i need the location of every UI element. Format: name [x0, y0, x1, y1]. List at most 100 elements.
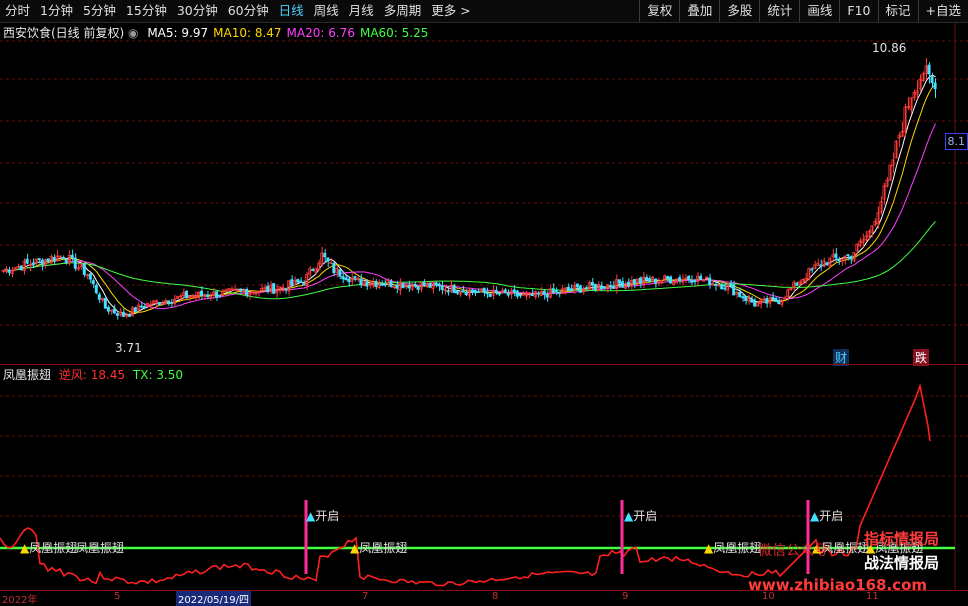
- candle-body: [38, 259, 40, 260]
- candle-body: [627, 282, 629, 285]
- up-triangle-icon: ▲: [306, 509, 315, 523]
- candle-body: [327, 258, 329, 261]
- candle-body: [116, 314, 118, 316]
- period-tab[interactable]: 日线: [274, 0, 309, 22]
- candle-body: [167, 301, 169, 303]
- candle-body: [128, 316, 130, 317]
- toolbar-action-button[interactable]: 叠加: [679, 0, 719, 22]
- ma-legend-item: MA20: 6.76: [287, 26, 355, 40]
- candlestick-chart[interactable]: [0, 23, 968, 363]
- candle-body: [751, 299, 753, 302]
- period-tab[interactable]: 月线: [344, 0, 379, 22]
- candle-body: [678, 278, 680, 281]
- candle-body: [267, 286, 269, 291]
- candle-body: [495, 290, 497, 292]
- candle-body: [438, 284, 440, 286]
- candle-body: [585, 288, 587, 289]
- period-tabs: 分时1分钟5分钟15分钟30分钟60分钟日线周线月线多周期更多 >: [0, 0, 476, 22]
- toolbar-action-button[interactable]: +自选: [918, 0, 968, 22]
- candle-body: [273, 283, 275, 293]
- toolbar-action-button[interactable]: 复权: [639, 0, 679, 22]
- period-tab[interactable]: 15分钟: [121, 0, 172, 22]
- candle-body: [402, 284, 404, 288]
- toolbar-action-button[interactable]: 标记: [878, 0, 918, 22]
- candle-body: [348, 279, 350, 282]
- candle-body: [543, 291, 545, 294]
- candle-body: [715, 284, 717, 285]
- ma20-line: [4, 124, 936, 309]
- candle-body: [32, 263, 34, 265]
- candle-body: [158, 303, 160, 305]
- signal-open-3: ▲开启: [810, 507, 843, 524]
- signal-open-2: ▲开启: [624, 507, 657, 524]
- period-tab[interactable]: 1分钟: [35, 0, 78, 22]
- candle-body: [312, 269, 314, 270]
- toolbar-action-button[interactable]: 统计: [759, 0, 799, 22]
- candle-body: [435, 283, 437, 285]
- nifeng-value: 18.45: [91, 368, 125, 382]
- candle-body: [546, 295, 548, 297]
- candle-body: [384, 284, 386, 285]
- candle-body: [666, 277, 668, 279]
- x-label: 10: [762, 591, 775, 602]
- period-tab[interactable]: 多周期: [379, 0, 427, 22]
- candle-body: [170, 302, 172, 303]
- candle-body: [62, 257, 64, 258]
- candle-body: [519, 295, 521, 296]
- candle-body: [456, 291, 458, 293]
- toolbar-action-button[interactable]: 多股: [719, 0, 759, 22]
- candle-body: [745, 296, 747, 300]
- candle-body: [291, 280, 293, 285]
- signal-fh-4: ▲凤凰振翅: [704, 539, 761, 556]
- toolbar-action-button[interactable]: F10: [839, 0, 877, 22]
- ma10-line: [4, 85, 936, 313]
- candle-body: [140, 306, 142, 307]
- candle-body: [772, 297, 774, 298]
- up-triangle-icon: ▲: [20, 541, 29, 555]
- candle-body: [612, 286, 614, 289]
- candle-body: [486, 293, 488, 294]
- watermark-line2: 战法情报局: [864, 552, 939, 573]
- candle-body: [89, 274, 91, 279]
- toolbar-action-button[interactable]: 画线: [799, 0, 839, 22]
- up-triangle-icon: ▲: [810, 509, 819, 523]
- period-tab[interactable]: 60分钟: [223, 0, 274, 22]
- candle-body: [65, 259, 67, 262]
- candle-body: [104, 298, 106, 308]
- period-tab[interactable]: 分时: [0, 0, 35, 22]
- candle-body: [339, 270, 341, 277]
- candle-body: [92, 281, 94, 284]
- period-toolbar: 分时1分钟5分钟15分钟30分钟60分钟日线周线月线多周期更多 > 复权叠加多股…: [0, 0, 968, 23]
- candle-body: [218, 295, 220, 296]
- candle-body: [474, 290, 476, 292]
- period-tab[interactable]: 周线: [309, 0, 344, 22]
- toolbar-actions: 复权叠加多股统计画线F10标记+自选: [639, 0, 968, 22]
- candle-body: [507, 294, 509, 295]
- candle-body: [366, 283, 368, 286]
- candle-body: [330, 263, 332, 264]
- candle-body: [669, 277, 671, 283]
- candle-body: [733, 285, 735, 295]
- period-tab[interactable]: 5分钟: [78, 0, 121, 22]
- candle-body: [699, 276, 701, 279]
- candle-body: [345, 278, 347, 280]
- candle-body: [381, 283, 383, 285]
- candle-body: [766, 298, 768, 303]
- candle-body: [71, 255, 73, 257]
- candle-body: [471, 290, 473, 292]
- candle-body: [122, 312, 124, 316]
- signal-fh-3: ▲凤凰振翅: [350, 539, 407, 556]
- candle-body: [95, 285, 97, 293]
- candle-body: [134, 308, 136, 312]
- x-label: 7: [362, 591, 368, 602]
- high-price-label: 10.86: [872, 41, 906, 55]
- candle-body: [600, 286, 602, 289]
- period-tab[interactable]: 更多 >: [426, 0, 475, 22]
- candle-body: [429, 283, 431, 287]
- candle-body: [423, 282, 425, 286]
- ma-toggle-icon[interactable]: ◉: [128, 26, 138, 40]
- period-tab[interactable]: 30分钟: [172, 0, 223, 22]
- up-triangle-icon: ▲: [350, 541, 359, 555]
- moving-average-lines: [4, 75, 936, 315]
- candle-body: [850, 257, 852, 260]
